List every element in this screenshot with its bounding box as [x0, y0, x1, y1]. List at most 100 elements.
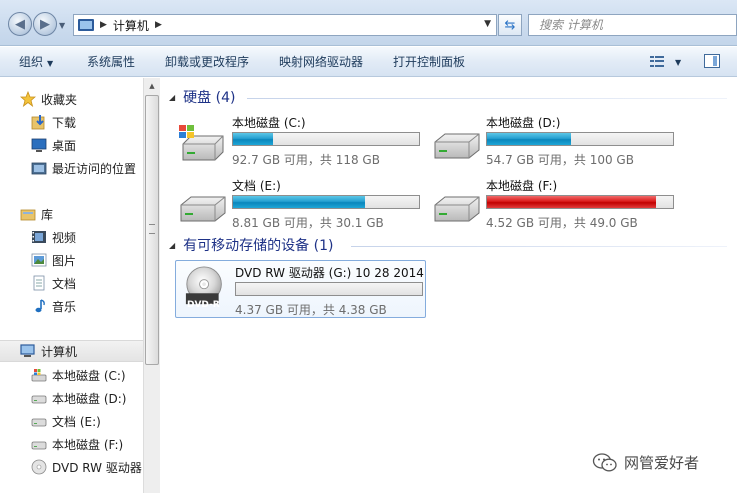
nav-libraries[interactable]: 库 [20, 203, 53, 225]
nav-desktop-label: 桌面 [52, 138, 77, 153]
preview-pane-button[interactable] [704, 54, 720, 68]
nav-drive-d[interactable]: 本地磁盘 (D:) [31, 387, 126, 409]
nav-drive-g-label: DVD RW 驱动器 [52, 460, 142, 475]
group-removable[interactable]: ◢ 有可移动存储的设备 (1) [169, 235, 333, 255]
drive-tile-g[interactable]: DVD-R DVD RW 驱动器 (G:) 10 28 2014 4.37 GB… [175, 260, 426, 318]
drive-d-name: 本地磁盘 (D:) [486, 116, 561, 130]
group-divider [247, 98, 727, 99]
hard-drive-icon [31, 418, 47, 427]
drive-g-free: 4.37 GB 可用，共 4.38 GB [235, 303, 387, 317]
dvd-r-label: DVD-R [187, 300, 220, 310]
music-note-icon [35, 299, 45, 313]
watermark-text: 网管爱好者 [624, 454, 700, 472]
drive-e-usage-fill [233, 196, 365, 208]
nav-music[interactable]: 音乐 [31, 295, 76, 317]
nav-drive-e[interactable]: 文档 (E:) [31, 410, 101, 432]
nav-drive-d-label: 本地磁盘 (D:) [52, 391, 127, 406]
system-drive-icon [179, 125, 224, 161]
nav-drive-e-label: 文档 (E:) [52, 414, 101, 429]
forward-button[interactable]: ▶ [33, 12, 57, 36]
system-drive-icon [31, 369, 47, 382]
drive-g: DVD-R DVD RW 驱动器 (G:) 10 28 2014 4.37 GB… [180, 264, 430, 317]
videos-icon [32, 231, 46, 243]
libraries-icon [20, 209, 36, 221]
back-button[interactable]: ◀ [8, 12, 32, 36]
nav-desktop[interactable]: 桌面 [31, 134, 76, 156]
system-properties-button[interactable]: 系统属性 [87, 53, 135, 70]
pictures-icon [31, 253, 47, 267]
drive-tile-d[interactable]: 本地磁盘 (D:) 54.7 GB 可用，共 100 GB [431, 114, 681, 167]
nav-computer[interactable]: 计算机 [0, 340, 143, 362]
search-box[interactable] [528, 14, 737, 36]
hard-drive-icon [434, 196, 480, 222]
nav-videos-label: 视频 [52, 230, 77, 245]
navigation-pane: 收藏夹 下载 桌面 最近访问的位置 库 视频 图片 文档 音乐 计算机 本地磁盘… [0, 78, 143, 493]
breadcrumb-chevron-icon[interactable]: ▶ [155, 20, 162, 30]
nav-favorites[interactable]: 收藏夹 [20, 88, 77, 110]
drive-d-usage-fill [487, 133, 572, 145]
computer-icon [78, 19, 94, 31]
hard-drive-icon [31, 395, 47, 404]
dvd-drive-icon [31, 459, 47, 475]
group-hard-disks[interactable]: ◢ 硬盘 (4) [169, 87, 235, 107]
address-dropdown-icon[interactable]: ▼ [484, 19, 491, 29]
nav-drive-f[interactable]: 本地磁盘 (F:) [31, 433, 123, 455]
recent-pages-dropdown[interactable]: ▼ [59, 21, 69, 31]
drive-tile-f[interactable]: 本地磁盘 (F:) 4.52 GB 可用，共 49.0 GB [431, 177, 681, 230]
drive-g-name: DVD RW 驱动器 (G:) 10 28 2014 [235, 266, 424, 280]
map-network-drive-button[interactable]: 映射网络驱动器 [279, 53, 363, 70]
nav-recent-label: 最近访问的位置 [52, 161, 137, 176]
nav-documents[interactable]: 文档 [31, 272, 76, 294]
drive-tile-c[interactable]: 本地磁盘 (C:) 92.7 GB 可用，共 118 GB [177, 114, 427, 167]
drive-c-free: 92.7 GB 可用，共 118 GB [232, 153, 380, 167]
nav-libraries-label: 库 [41, 207, 54, 222]
nav-downloads[interactable]: 下载 [31, 111, 76, 133]
drive-c-name: 本地磁盘 (C:) [232, 116, 306, 130]
nav-scrollbar[interactable]: ▲ [143, 78, 160, 493]
change-view-button[interactable]: ▼ [650, 53, 686, 71]
uninstall-button[interactable]: 卸载或更改程序 [165, 53, 249, 70]
control-panel-button[interactable]: 打开控制面板 [393, 53, 465, 70]
refresh-icon: ⇆ [504, 17, 516, 33]
breadcrumb-separator-icon[interactable]: ▶ [100, 20, 107, 30]
address-box[interactable]: ▶ 计算机 ▶ ▼ [73, 14, 497, 36]
search-input[interactable] [529, 15, 736, 35]
arrow-right-icon: ▶ [40, 16, 50, 32]
nav-drive-g[interactable]: DVD RW 驱动器 [31, 456, 142, 478]
address-bar-area: ◀ ▶ ▼ ▶ 计算机 ▶ ▼ ⇆ [0, 0, 737, 46]
wechat-icon [592, 452, 617, 471]
scroll-thumb[interactable] [145, 95, 159, 365]
drive-tile-e[interactable]: 文档 (E:) 8.81 GB 可用，共 30.1 GB [177, 177, 427, 230]
command-bar: 组织 ▼ 系统属性 卸载或更改程序 映射网络驱动器 打开控制面板 ▼ [0, 47, 737, 77]
refresh-button[interactable]: ⇆ [498, 14, 522, 36]
star-icon [20, 91, 36, 107]
nav-pictures-label: 图片 [52, 253, 77, 268]
nav-drive-f-label: 本地磁盘 (F:) [52, 437, 124, 452]
drive-c-usage-bar [232, 132, 420, 146]
hard-drive-icon [31, 441, 47, 450]
desktop-icon [31, 138, 47, 152]
documents-icon [33, 275, 45, 291]
breadcrumb-computer[interactable]: 计算机 [113, 17, 149, 34]
nav-favorites-label: 收藏夹 [41, 92, 78, 107]
nav-music-label: 音乐 [52, 299, 77, 314]
drive-f-usage-fill [487, 196, 656, 208]
chevron-down-icon: ▼ [47, 59, 54, 68]
organize-button[interactable]: 组织 ▼ [19, 53, 53, 70]
hard-drive-icon [434, 133, 480, 159]
computer-icon [20, 344, 35, 357]
nav-recent[interactable]: 最近访问的位置 [31, 157, 136, 179]
arrow-left-icon: ◀ [15, 16, 25, 32]
downloads-folder-icon [31, 115, 45, 130]
group-removable-label: 有可移动存储的设备 (1) [183, 238, 334, 254]
drive-d-free: 54.7 GB 可用，共 100 GB [486, 153, 634, 167]
scroll-up-icon[interactable]: ▲ [144, 78, 160, 94]
collapse-icon[interactable]: ◢ [169, 93, 175, 102]
nav-drive-c[interactable]: 本地磁盘 (C:) [31, 364, 126, 386]
nav-documents-label: 文档 [52, 276, 77, 291]
nav-videos[interactable]: 视频 [31, 226, 76, 248]
nav-drive-c-label: 本地磁盘 (C:) [52, 368, 126, 383]
nav-pictures[interactable]: 图片 [31, 249, 76, 271]
drive-f-free: 4.52 GB 可用，共 49.0 GB [486, 216, 638, 230]
collapse-icon[interactable]: ◢ [169, 241, 175, 250]
